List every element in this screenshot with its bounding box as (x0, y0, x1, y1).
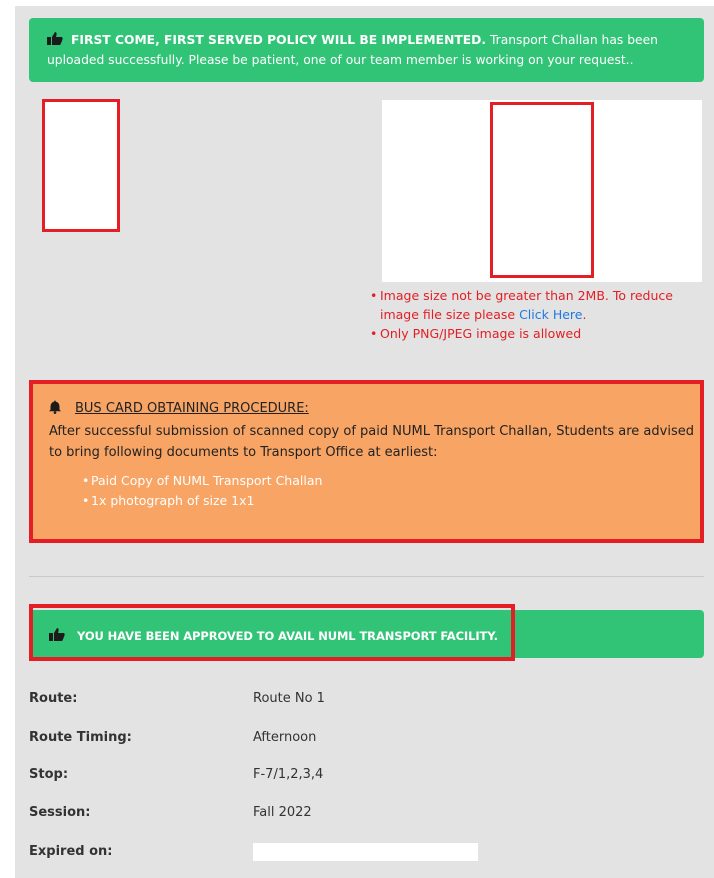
stop-row: Stop: F-7/1,2,3,4 (29, 765, 489, 785)
route-value: Route No 1 (253, 691, 325, 706)
format-note: Only PNG/JPEG image is allowed (370, 324, 712, 343)
stop-value: F-7/1,2,3,4 (253, 767, 324, 782)
session-value: Fall 2022 (253, 805, 312, 820)
approved-alert-text-frame: YOU HAVE BEEN APPROVED TO AVAIL NUML TRA… (29, 604, 515, 661)
upload-notes: Image size not be greater than 2MB. To r… (370, 286, 712, 343)
challan-image-preview (490, 102, 594, 278)
route-timing-value: Afternoon (253, 730, 317, 745)
procedure-title: BUS CARD OBTAINING PROCEDURE: (75, 401, 309, 416)
route-row: Route: Route No 1 (29, 689, 489, 709)
size-note: Image size not be greater than 2MB. To r… (370, 286, 712, 324)
bus-card-procedure: BUS CARD OBTAINING PROCEDURE: After succ… (29, 380, 704, 543)
session-row: Session: Fall 2022 (29, 803, 489, 823)
reduce-size-link[interactable]: Click Here (519, 307, 582, 322)
thumbs-up-icon (49, 628, 67, 644)
expired-label: Expired on: (29, 844, 113, 859)
procedure-text: After successful submission of scanned c… (49, 424, 694, 460)
section-divider (29, 576, 704, 577)
procedure-item: Paid Copy of NUML Transport Challan (82, 471, 700, 491)
procedure-list: Paid Copy of NUML Transport Challan 1x p… (49, 471, 700, 511)
stop-label: Stop: (29, 767, 69, 782)
upload-success-alert: FIRST COME, FIRST SERVED POLICY WILL BE … (29, 18, 704, 82)
thumbs-up-icon (47, 32, 65, 51)
policy-text: FIRST COME, FIRST SERVED POLICY WILL BE … (71, 33, 487, 47)
bell-icon (49, 400, 65, 421)
approved-text: YOU HAVE BEEN APPROVED TO AVAIL NUML TRA… (77, 629, 498, 643)
route-label: Route: (29, 691, 78, 706)
procedure-item: 1x photograph of size 1x1 (82, 491, 700, 511)
session-label: Session: (29, 805, 91, 820)
route-timing-label: Route Timing: (29, 730, 132, 745)
expired-value (253, 843, 478, 861)
student-photo (42, 99, 120, 232)
route-timing-row: Route Timing: Afternoon (29, 728, 489, 748)
